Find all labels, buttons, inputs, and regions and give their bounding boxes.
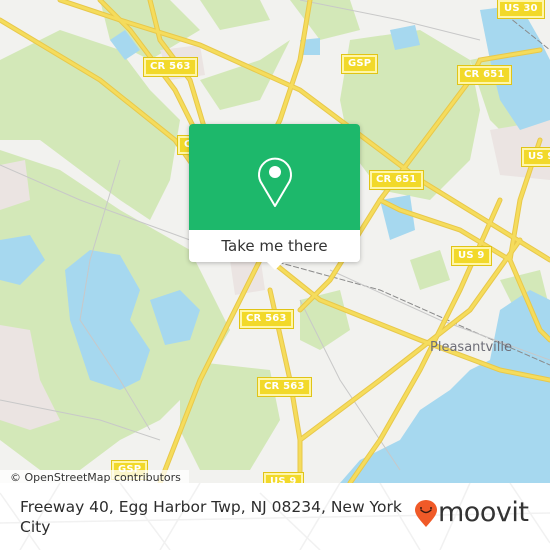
footer: Freeway 40, Egg Harbor Twp, NJ 08234, Ne…: [0, 483, 550, 550]
road-label: US 9: [521, 147, 550, 167]
road-label: CR 651: [457, 65, 512, 85]
road-label: GSP: [340, 54, 379, 74]
moovit-smile-pin-icon: [415, 500, 437, 527]
road-label: CR 563: [239, 309, 294, 329]
road-label: CR 563: [143, 57, 198, 77]
place-label-pleasantville: Pleasantville: [430, 340, 513, 355]
road-label: US 30: [497, 0, 545, 19]
take-me-there-button[interactable]: Take me there: [189, 230, 360, 262]
popup-tail: [266, 261, 284, 270]
take-me-there-popup[interactable]: Take me there: [189, 124, 360, 270]
map-view[interactable]: CR 563 GSP CR 651 US 30 CR 651 US 9 C US…: [0, 0, 550, 483]
address-text: Freeway 40, Egg Harbor Twp, NJ 08234, Ne…: [20, 498, 402, 536]
road-label: CR 651: [369, 170, 424, 190]
map-pin-icon: [258, 157, 292, 207]
road-label: US 9: [263, 472, 304, 483]
road-label: CR 563: [257, 377, 312, 397]
moovit-wordmark: moovit: [438, 497, 529, 528]
road-label: US 9: [451, 246, 492, 266]
moovit-logo[interactable]: moovit: [414, 497, 544, 537]
map-attribution: © OpenStreetMap contributors: [0, 470, 189, 483]
